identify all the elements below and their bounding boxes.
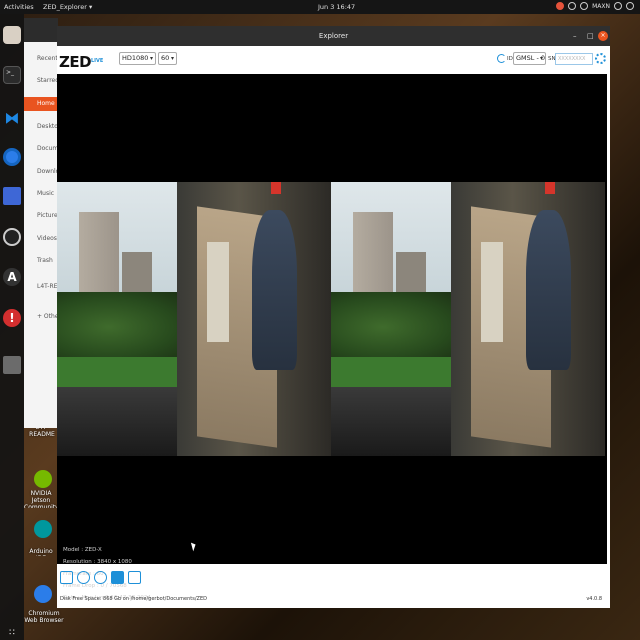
settings-gear-icon[interactable] xyxy=(595,53,606,64)
files-sidebar-item[interactable]: Downloads xyxy=(28,165,58,179)
files-app-icon[interactable] xyxy=(3,26,21,44)
files-sidebar-item[interactable]: Pictures xyxy=(28,209,58,223)
action-bar xyxy=(57,566,610,588)
mouse-cursor xyxy=(190,541,198,552)
files-sidebar-item[interactable]: Starred xyxy=(28,74,58,88)
window-titlebar[interactable]: Explorer xyxy=(57,26,610,46)
power-mode-label[interactable]: MAXN xyxy=(592,3,610,10)
fps-select[interactable]: 60 ▾ xyxy=(158,52,177,65)
chromium-icon[interactable] xyxy=(3,148,21,166)
file-manager-header xyxy=(24,18,58,42)
nvidia-tray-icon[interactable] xyxy=(556,2,565,10)
camera-icon[interactable] xyxy=(128,570,141,584)
toolbar: ZED LIVE HD1080 ▾ 60 ▾ ID GMSL - 0 ▾ SN … xyxy=(57,46,610,74)
screenshot-app-icon[interactable] xyxy=(3,187,21,205)
stream-icon[interactable] xyxy=(77,570,90,584)
resolution-value: HD1080 xyxy=(122,54,149,62)
desktop-item-chromium[interactable]: Chromium Web Browser xyxy=(24,610,64,632)
bluetooth-icon[interactable] xyxy=(580,2,589,10)
desktop-item-nvidia[interactable]: NVIDIA Jetson Community xyxy=(24,490,58,508)
font-app-icon[interactable]: A xyxy=(3,268,21,286)
nvidia-icon[interactable] xyxy=(34,470,52,488)
upload-icon[interactable] xyxy=(94,570,107,584)
version-label: v4.0.8 xyxy=(586,596,602,602)
show-apps-icon[interactable]: ∷ xyxy=(3,624,21,640)
files-sidebar-item[interactable]: Music xyxy=(28,187,58,201)
top-panel: Activities ZED_Explorer ▾ Jun 3 16:47 MA… xyxy=(0,0,640,14)
vscode-icon[interactable]: ⧓ xyxy=(3,109,21,127)
folder-icon[interactable] xyxy=(60,570,73,584)
zed-explorer-dock-icon[interactable] xyxy=(3,356,21,374)
refresh-icon[interactable] xyxy=(497,54,506,63)
left-camera-image xyxy=(57,182,331,456)
files-sidebar-item[interactable]: Home xyxy=(24,97,58,111)
minimize-button[interactable]: – xyxy=(573,31,577,41)
clock[interactable]: Jun 3 16:47 xyxy=(318,3,355,11)
chevron-down-icon: ▾ xyxy=(170,55,174,62)
app-menu[interactable]: ZED_Explorer ▾ xyxy=(43,3,92,11)
resolution-select[interactable]: HD1080 ▾ xyxy=(119,52,156,65)
files-sidebar-item[interactable]: Trash xyxy=(28,254,58,268)
files-sidebar-item[interactable]: Desktop xyxy=(28,120,58,134)
explorer-window: Explorer – □ × ZED LIVE HD1080 ▾ 60 ▾ ID… xyxy=(57,26,610,608)
system-tray[interactable]: MAXN xyxy=(556,2,634,10)
status-bar: Disk Free Space: 868 Gb on /home/gerbot/… xyxy=(57,592,610,606)
update-icon[interactable]: ! xyxy=(3,309,21,327)
camera-viewport[interactable]: Model : ZED-X Resolution : 3840 x 1080 F… xyxy=(57,74,607,601)
live-badge: LIVE xyxy=(91,58,104,64)
files-sidebar-item[interactable]: Recent xyxy=(28,52,58,66)
dock: >_ ⧓ A ! ∷ xyxy=(0,14,24,640)
id-label: ID xyxy=(507,56,513,62)
activities-button[interactable]: Activities xyxy=(4,3,34,11)
close-button[interactable]: × xyxy=(598,31,608,41)
terminal-icon[interactable]: >_ xyxy=(3,66,21,84)
chromium-desktop-icon[interactable] xyxy=(34,585,52,603)
power-icon[interactable] xyxy=(626,2,634,10)
serial-number-input[interactable]: XXXXXXXX xyxy=(555,53,593,65)
fps-value: 60 xyxy=(161,54,170,62)
chevron-down-icon: ▾ xyxy=(149,55,153,62)
chevron-down-icon: ▾ xyxy=(539,55,543,62)
zed-logo: ZED xyxy=(59,53,92,71)
volume-icon[interactable] xyxy=(614,2,622,10)
desktop-item-arduino[interactable]: Arduino IDE xyxy=(24,548,58,556)
window-title: Explorer xyxy=(318,32,349,40)
camera-id-select[interactable]: GMSL - 0 ▾ xyxy=(513,52,546,65)
right-camera-image xyxy=(331,182,605,456)
network-icon[interactable] xyxy=(568,2,577,10)
arduino-icon[interactable] xyxy=(34,520,52,538)
maximize-button[interactable]: □ xyxy=(587,31,594,41)
disk-space-label: Disk Free Space: 868 Gb on /home/gerbot/… xyxy=(60,596,207,602)
files-sidebar-item[interactable]: + Other Locations xyxy=(28,310,58,324)
record-icon[interactable] xyxy=(111,570,124,584)
info-model: Model : ZED-X xyxy=(63,547,102,553)
files-sidebar-item[interactable]: L4T-README xyxy=(28,280,58,294)
files-sidebar-item[interactable]: Documents xyxy=(28,142,58,156)
obs-icon[interactable] xyxy=(3,228,21,246)
files-sidebar-item[interactable]: Videos xyxy=(28,232,58,246)
